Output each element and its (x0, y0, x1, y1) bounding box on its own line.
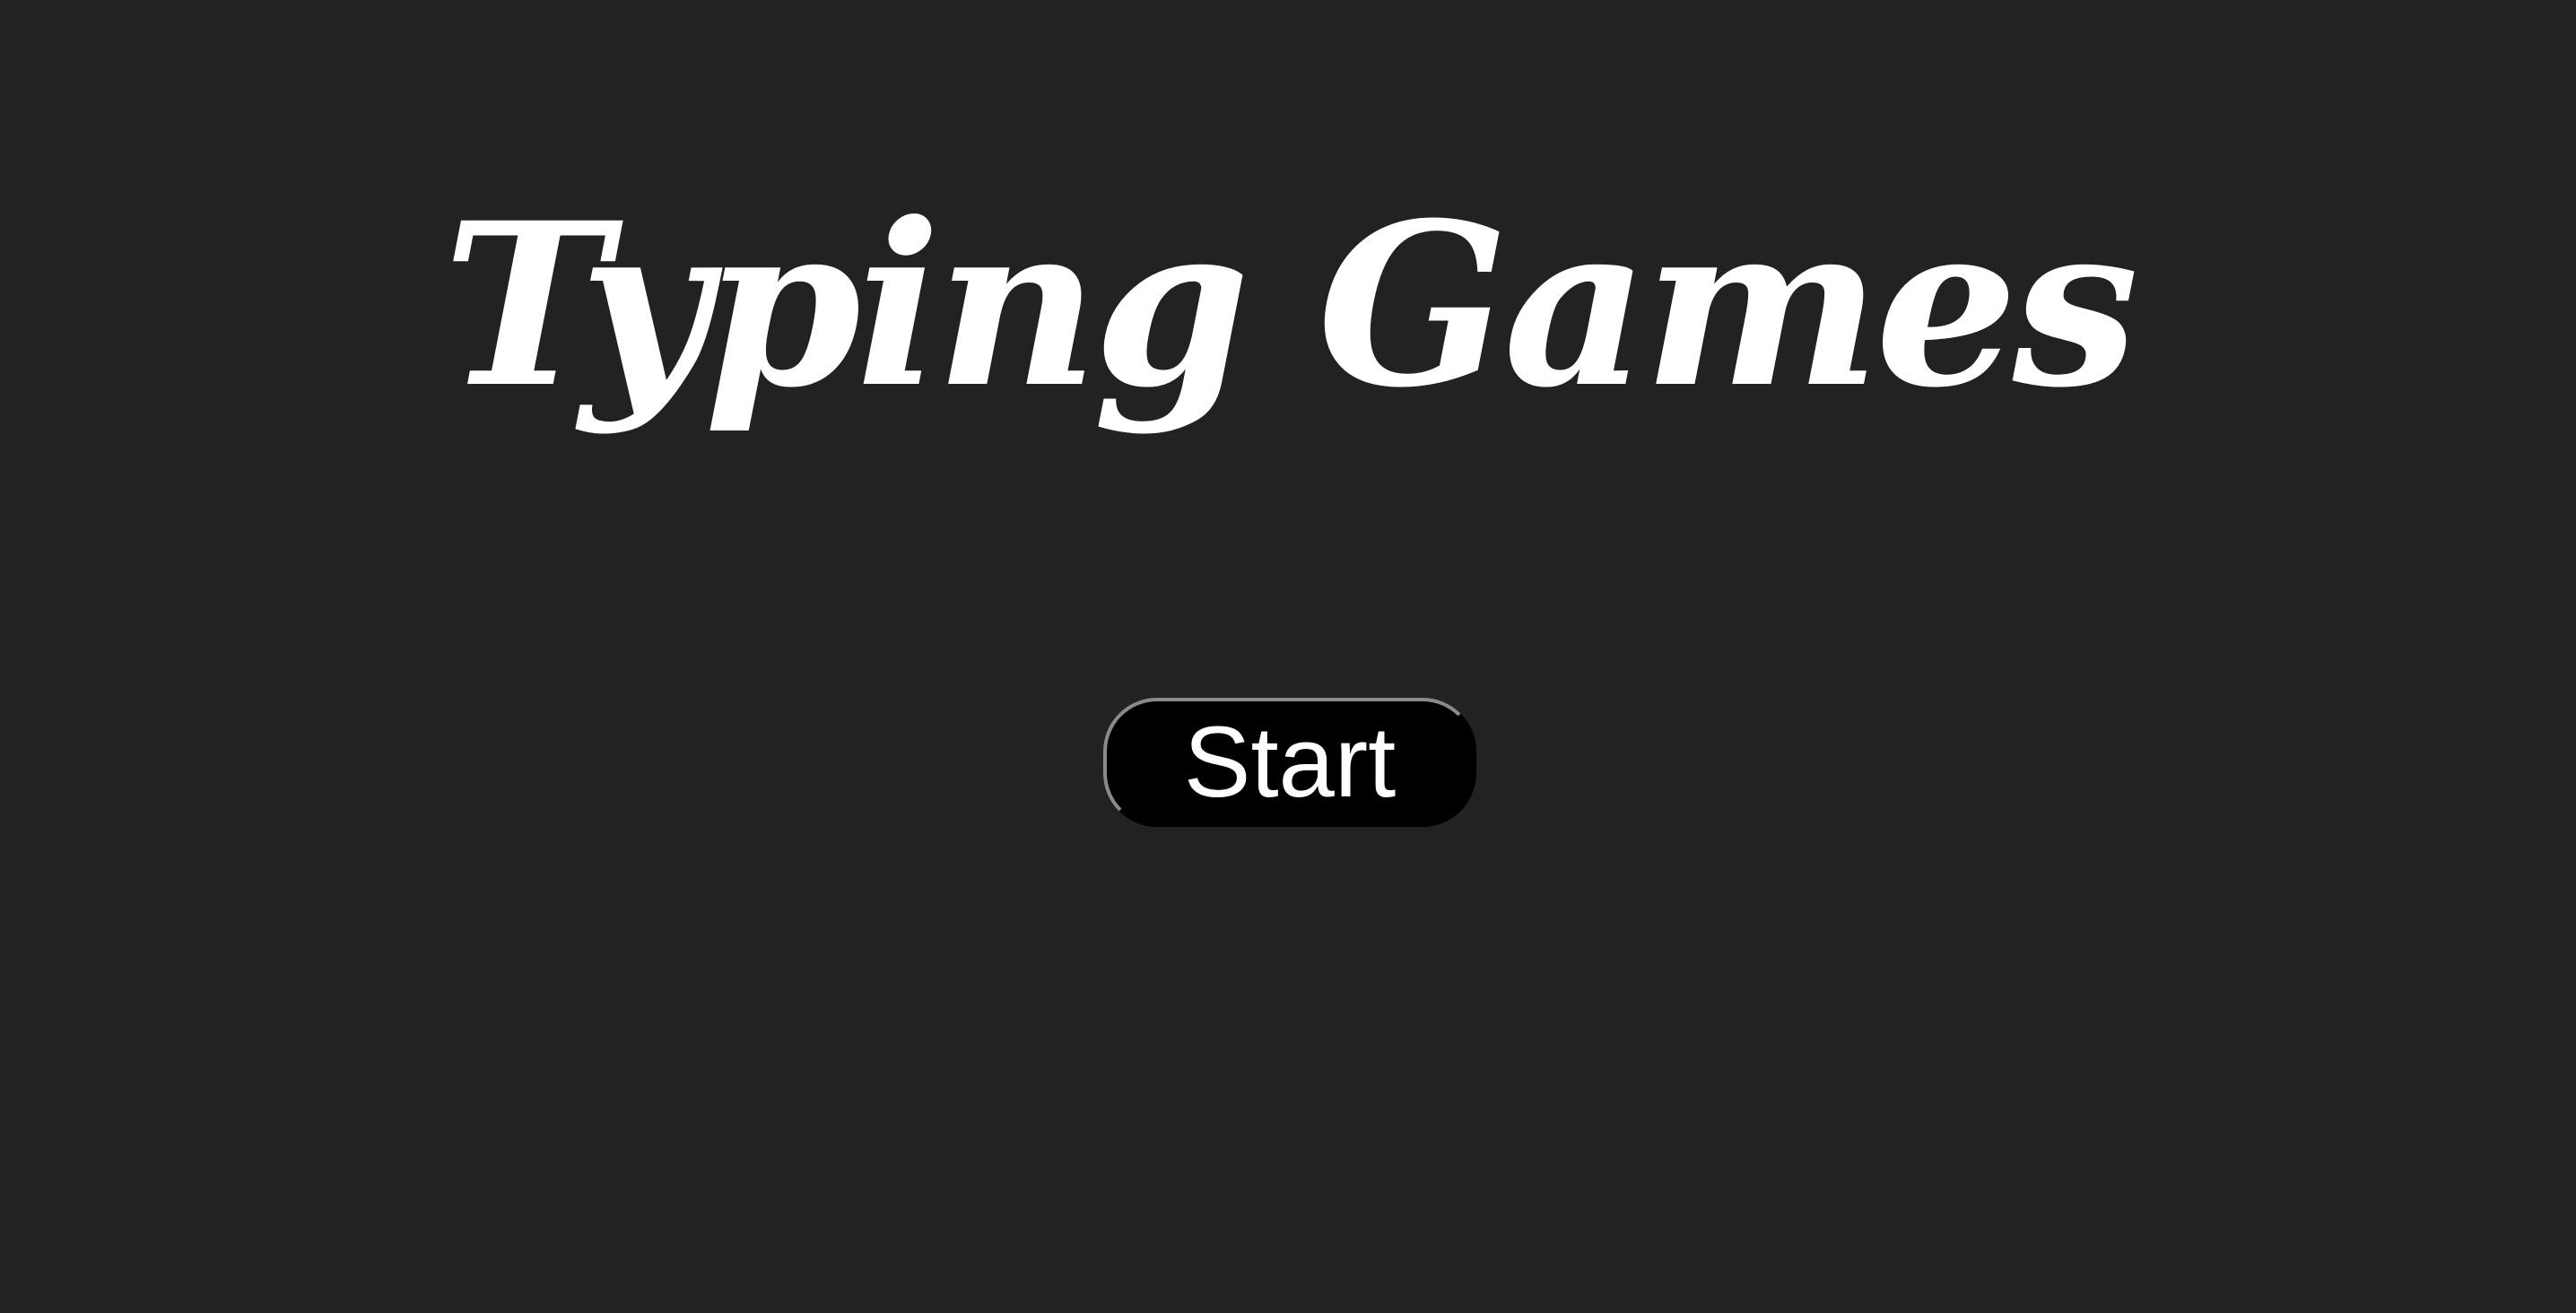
game-menu-screen: Typing Games Start (0, 0, 2576, 1313)
game-title: Typing Games (442, 173, 2138, 437)
start-button[interactable]: Start (1103, 698, 1476, 827)
